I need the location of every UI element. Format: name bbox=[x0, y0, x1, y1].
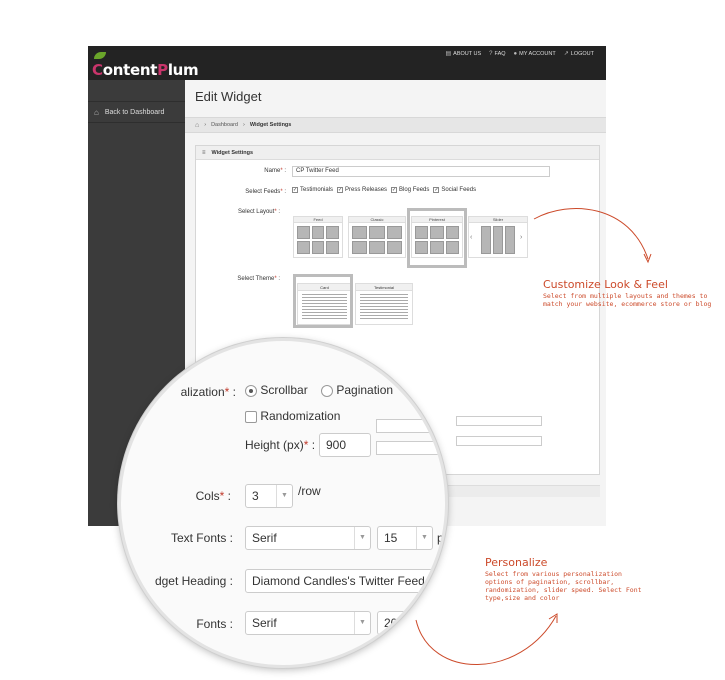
heading-fonts-label: Fonts : bbox=[196, 617, 233, 631]
chevron-down-icon: ▼ bbox=[276, 485, 292, 507]
top-bar: ContentPlum ▤ ABOUT US ? FAQ ● MY ACCOUNT ↗… bbox=[88, 46, 606, 80]
heading-font-select[interactable]: Serif ▼ bbox=[245, 611, 371, 635]
text-font-select[interactable]: Serif ▼ bbox=[245, 526, 371, 550]
select-layout-label: Select Layout* : bbox=[237, 209, 280, 215]
checkmark-icon: ✓ bbox=[433, 187, 440, 193]
home-icon[interactable]: ⌂ bbox=[195, 122, 199, 129]
select-feeds-label: Select Feeds* : bbox=[245, 189, 286, 195]
form-field[interactable] bbox=[376, 441, 445, 455]
personalize-description: Select from various personalization opti… bbox=[485, 570, 642, 602]
chevron-right-icon: › bbox=[243, 122, 245, 128]
home-icon: ⌂ bbox=[94, 107, 99, 117]
select-theme-label: Select Theme* : bbox=[237, 276, 280, 282]
chevron-right-icon[interactable]: › bbox=[520, 234, 522, 241]
feeds-checkboxes: ✓ Testimonials ✓ Press Releases ✓ Blog Feed… bbox=[292, 187, 476, 193]
form-field[interactable] bbox=[456, 416, 542, 426]
radio-selected-icon bbox=[245, 384, 257, 397]
back-to-dashboard-link[interactable]: ⌂ Back to Dashboard bbox=[88, 101, 185, 123]
logo-text: ContentPlum bbox=[92, 61, 199, 79]
nav-my-account[interactable]: ● MY ACCOUNT bbox=[514, 50, 556, 57]
checkmark-icon: ✓ bbox=[391, 187, 398, 193]
text-size-select[interactable]: 15 ▼ bbox=[377, 526, 433, 550]
nav-logout[interactable]: ↗ LOGOUT bbox=[563, 50, 594, 58]
text-fonts-label: Text Fonts : bbox=[170, 531, 233, 545]
cols-unit: /row bbox=[298, 484, 321, 498]
leaf-icon bbox=[94, 52, 106, 59]
nav-faq[interactable]: ? FAQ bbox=[489, 50, 505, 57]
height-input[interactable]: 900 bbox=[319, 433, 371, 457]
form-field[interactable] bbox=[376, 419, 445, 433]
checkmark-icon: ✓ bbox=[337, 187, 344, 193]
selected-theme-highlight bbox=[293, 274, 353, 328]
customize-look-title: Customize Look & Feel bbox=[543, 278, 668, 291]
breadcrumb: ⌂ › Dashboard › Widget Settings bbox=[185, 117, 606, 133]
checkbox-icon bbox=[245, 410, 257, 423]
info-icon: ▤ bbox=[445, 51, 452, 57]
form-field[interactable] bbox=[456, 436, 542, 446]
cols-select[interactable]: 3 ▼ bbox=[245, 484, 293, 508]
name-input[interactable]: CP Twitter Feed bbox=[292, 166, 550, 177]
customize-look-description: Select from multiple layouts and themes … bbox=[543, 292, 712, 308]
breadcrumb-current: Widget Settings bbox=[249, 122, 292, 128]
randomization-checkbox[interactable]: Randomization bbox=[245, 409, 340, 423]
logout-icon: ↗ bbox=[563, 51, 569, 57]
feed-blog-feeds-checkbox[interactable]: ✓ Blog Feeds bbox=[391, 187, 429, 193]
radio-icon bbox=[321, 384, 333, 397]
pagination-radio[interactable]: Pagination bbox=[321, 383, 393, 397]
scrollbar-radio[interactable]: Scrollbar bbox=[245, 383, 308, 397]
personalization-label: alization* : bbox=[180, 385, 236, 399]
user-icon: ● bbox=[513, 50, 518, 57]
chevron-down-icon: ▼ bbox=[416, 527, 432, 549]
personalize-title: Personalize bbox=[485, 556, 548, 569]
selected-layout-highlight bbox=[407, 208, 467, 268]
theme-option-testimonial[interactable]: Testimonial bbox=[355, 283, 413, 325]
brand-logo[interactable]: ContentPlum bbox=[92, 52, 199, 79]
chevron-right-icon: › bbox=[204, 122, 207, 128]
widget-heading-label: dget Heading : bbox=[154, 574, 233, 588]
curved-arrow-icon bbox=[533, 208, 652, 264]
top-nav: ▤ ABOUT US ? FAQ ● MY ACCOUNT ↗ LOGOUT bbox=[445, 50, 594, 58]
feed-testimonials-checkbox[interactable]: ✓ Testimonials bbox=[292, 187, 333, 193]
magnifier-lens: alization* : Scrollbar Pagination Random… bbox=[118, 338, 448, 668]
chevron-down-icon: ▼ bbox=[354, 527, 370, 549]
layout-option-feed[interactable]: Feed bbox=[293, 216, 343, 258]
question-icon: ? bbox=[489, 50, 493, 57]
layout-option-slider[interactable]: Slider bbox=[468, 216, 528, 258]
panel-header: ≡ Widget Settings bbox=[196, 146, 599, 160]
feed-press-releases-checkbox[interactable]: ✓ Press Releases bbox=[337, 187, 387, 193]
checkmark-icon: ✓ bbox=[292, 187, 298, 193]
name-label: Name* : bbox=[264, 168, 286, 174]
height-label: Height (px)* : bbox=[245, 438, 316, 452]
feed-social-feeds-checkbox[interactable]: ✓ Social Feeds bbox=[433, 187, 476, 193]
list-icon: ≡ bbox=[202, 149, 206, 156]
widget-heading-input[interactable]: Diamond Candles's Twitter Feed bbox=[245, 569, 435, 593]
breadcrumb-dashboard[interactable]: Dashboard bbox=[211, 122, 238, 128]
nav-about-us[interactable]: ▤ ABOUT US bbox=[445, 50, 481, 58]
chevron-down-icon: ▼ bbox=[354, 612, 370, 634]
curved-arrow-icon bbox=[415, 613, 558, 665]
chevron-left-icon[interactable]: ‹ bbox=[470, 234, 472, 241]
page-title: Edit Widget bbox=[195, 89, 262, 104]
cols-label: Cols* : bbox=[195, 489, 231, 503]
text-size-unit: px bbox=[437, 531, 445, 545]
layout-option-classic[interactable]: Classic bbox=[348, 216, 406, 258]
